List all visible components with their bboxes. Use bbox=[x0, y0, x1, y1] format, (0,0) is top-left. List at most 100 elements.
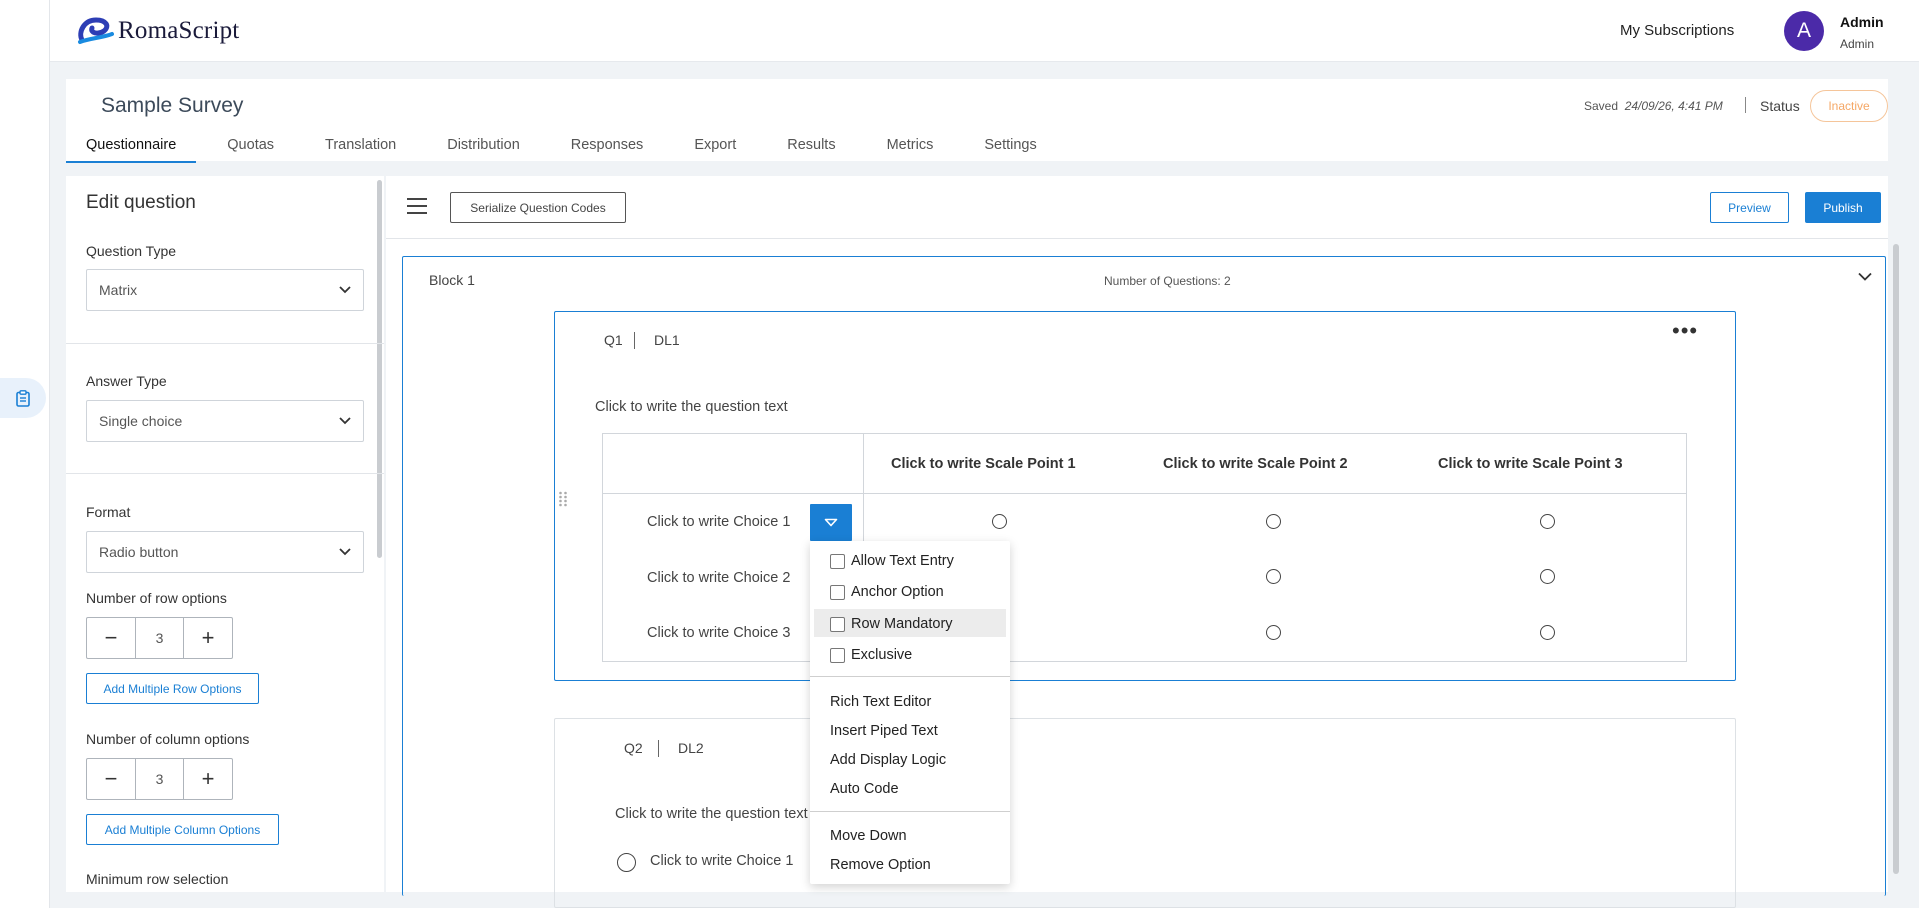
column-options-stepper: − 3 + bbox=[86, 758, 233, 800]
divider bbox=[810, 676, 1010, 677]
tab-translation[interactable]: Translation bbox=[305, 135, 416, 163]
status-badge[interactable]: Inactive bbox=[1810, 90, 1888, 122]
add-multiple-row-options-button[interactable]: Add Multiple Row Options bbox=[86, 673, 259, 704]
checkbox[interactable] bbox=[830, 616, 845, 632]
user-role: Admin bbox=[1840, 37, 1875, 51]
menu-item-label: Exclusive bbox=[851, 647, 913, 663]
divider bbox=[658, 740, 659, 757]
column-options-value[interactable]: 3 bbox=[135, 759, 184, 799]
scale-point-header[interactable]: Click to write Scale Point 3 bbox=[1438, 456, 1623, 472]
radio-button[interactable] bbox=[617, 853, 636, 872]
choice-row-label[interactable]: Click to write Choice 1 bbox=[647, 514, 790, 530]
choice-row-label[interactable]: Click to write Choice 3 bbox=[647, 625, 790, 641]
avatar[interactable]: A bbox=[1784, 11, 1824, 51]
scale-point-header[interactable]: Click to write Scale Point 2 bbox=[1163, 456, 1348, 472]
divider bbox=[1745, 97, 1746, 113]
checkbox[interactable] bbox=[830, 584, 845, 600]
radio-button[interactable] bbox=[1266, 569, 1281, 584]
menu-item-anchor-option[interactable]: Anchor Option bbox=[830, 584, 944, 600]
format-select[interactable]: Radio button bbox=[86, 531, 364, 573]
block-title: Block 1 bbox=[429, 272, 475, 288]
panel-scrollbar[interactable] bbox=[377, 180, 382, 558]
tab-settings[interactable]: Settings bbox=[964, 135, 1056, 163]
plus-icon: + bbox=[201, 766, 215, 791]
answer-type-select[interactable]: Single choice bbox=[86, 400, 364, 442]
chevron-down-icon bbox=[339, 417, 351, 425]
tab-quotas[interactable]: Quotas bbox=[207, 135, 294, 163]
menu-item-add-display-logic[interactable]: Add Display Logic bbox=[830, 752, 946, 768]
chevron-down-icon[interactable] bbox=[1858, 272, 1872, 281]
answer-type-value: Single choice bbox=[99, 413, 183, 429]
chevron-down-icon bbox=[339, 548, 351, 556]
question-code[interactable]: DL1 bbox=[654, 332, 680, 348]
checkbox[interactable] bbox=[830, 647, 845, 663]
user-name: Admin bbox=[1840, 14, 1884, 30]
main-scrollbar[interactable] bbox=[1893, 244, 1899, 874]
radio-button[interactable] bbox=[1540, 514, 1555, 529]
menu-item-insert-piped-text[interactable]: Insert Piped Text bbox=[830, 723, 938, 739]
row-decrement-button[interactable]: − bbox=[87, 618, 135, 658]
divider bbox=[634, 332, 635, 349]
row-options-stepper: − 3 + bbox=[86, 617, 233, 659]
menu-item-label: Row Mandatory bbox=[851, 616, 953, 632]
question-type-select[interactable]: Matrix bbox=[86, 269, 364, 311]
chevron-down-icon bbox=[339, 286, 351, 294]
menu-item-label: Anchor Option bbox=[851, 584, 944, 600]
divider bbox=[386, 238, 1888, 239]
menu-item-move-down[interactable]: Move Down bbox=[830, 828, 907, 844]
add-multiple-column-options-button[interactable]: Add Multiple Column Options bbox=[86, 814, 279, 845]
menu-item-rich-text-editor[interactable]: Rich Text Editor bbox=[830, 694, 931, 710]
tab-export[interactable]: Export bbox=[674, 135, 756, 163]
divider bbox=[603, 493, 1686, 494]
question-id: Q2 bbox=[624, 740, 643, 756]
tab-metrics[interactable]: Metrics bbox=[867, 135, 954, 163]
format-label: Format bbox=[86, 504, 131, 520]
choice-row-label[interactable]: Click to write Choice 2 bbox=[647, 570, 790, 586]
app-logo[interactable]: RomaScript bbox=[76, 14, 239, 48]
checkbox[interactable] bbox=[830, 553, 845, 569]
choice-options-toggle[interactable] bbox=[810, 504, 852, 541]
tab-questionnaire[interactable]: Questionnaire bbox=[66, 135, 197, 163]
preview-button[interactable]: Preview bbox=[1710, 192, 1789, 223]
question-text[interactable]: Click to write the question text bbox=[595, 399, 788, 415]
status-label: Status bbox=[1760, 98, 1800, 114]
menu-item-label: Allow Text Entry bbox=[851, 553, 954, 569]
publish-button[interactable]: Publish bbox=[1805, 192, 1881, 223]
more-icon[interactable]: ••• bbox=[1672, 320, 1698, 342]
hamburger-icon[interactable] bbox=[407, 198, 427, 214]
saved-label: Saved bbox=[1584, 99, 1619, 113]
radio-button[interactable] bbox=[1540, 625, 1555, 640]
row-increment-button[interactable]: + bbox=[184, 618, 232, 658]
tab-results[interactable]: Results bbox=[767, 135, 855, 163]
radio-button[interactable] bbox=[1266, 625, 1281, 640]
scale-point-header[interactable]: Click to write Scale Point 1 bbox=[891, 456, 1076, 472]
serialize-question-codes-button[interactable]: Serialize Question Codes bbox=[450, 192, 626, 223]
block-question-count: Number of Questions: 2 bbox=[1104, 274, 1231, 288]
choice-label[interactable]: Click to write Choice 1 bbox=[650, 853, 793, 869]
radio-button[interactable] bbox=[1540, 569, 1555, 584]
column-increment-button[interactable]: + bbox=[184, 759, 232, 799]
row-options-value[interactable]: 3 bbox=[135, 618, 184, 658]
nav-surveys[interactable] bbox=[0, 378, 46, 418]
drag-handle-icon[interactable] bbox=[558, 491, 568, 507]
plus-icon: + bbox=[201, 625, 215, 650]
min-row-selection-label: Minimum row selection bbox=[86, 871, 229, 887]
row-options-label: Number of row options bbox=[86, 590, 227, 606]
tab-responses[interactable]: Responses bbox=[551, 135, 664, 163]
my-subscriptions-link[interactable]: My Subscriptions bbox=[1620, 22, 1734, 39]
question-text[interactable]: Click to write the question text bbox=[615, 806, 808, 822]
radio-button[interactable] bbox=[992, 514, 1007, 529]
question-code[interactable]: DL2 bbox=[678, 740, 704, 756]
column-decrement-button[interactable]: − bbox=[87, 759, 135, 799]
minus-icon: − bbox=[104, 766, 118, 791]
menu-item-auto-code[interactable]: Auto Code bbox=[830, 781, 899, 797]
menu-item-exclusive[interactable]: Exclusive bbox=[830, 647, 912, 663]
menu-item-remove-option[interactable]: Remove Option bbox=[830, 857, 931, 873]
radio-button[interactable] bbox=[1266, 514, 1281, 529]
logo-text: RomaScript bbox=[118, 17, 240, 44]
divider bbox=[66, 343, 384, 344]
tab-distribution[interactable]: Distribution bbox=[427, 135, 540, 163]
menu-item-row-mandatory[interactable]: Row Mandatory bbox=[830, 616, 953, 632]
menu-item-allow-text-entry[interactable]: Allow Text Entry bbox=[830, 553, 954, 569]
panel-heading: Edit question bbox=[86, 192, 196, 213]
